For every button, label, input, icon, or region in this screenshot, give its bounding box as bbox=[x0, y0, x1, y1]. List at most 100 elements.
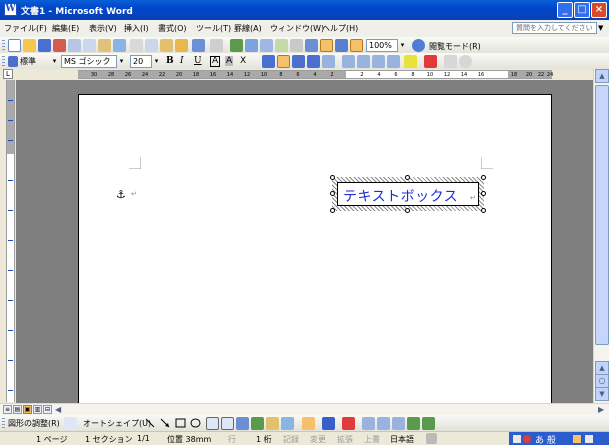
outline-view-button[interactable]: ▥ bbox=[33, 405, 42, 414]
align-center-icon[interactable] bbox=[277, 55, 290, 68]
status-position[interactable]: 位置 38mm bbox=[167, 434, 211, 445]
text-box-text[interactable]: テキストボックス bbox=[343, 186, 458, 206]
status-trk[interactable]: 変更 bbox=[310, 434, 326, 445]
normal-view-button[interactable]: ≡ bbox=[3, 405, 12, 414]
ime-mode-icon[interactable] bbox=[513, 435, 521, 443]
justify-icon[interactable] bbox=[307, 55, 320, 68]
scroll-up-button[interactable]: ▲ bbox=[595, 69, 609, 83]
new-document-icon[interactable] bbox=[8, 39, 21, 52]
status-rec[interactable]: 記録 bbox=[283, 434, 299, 445]
rectangle-icon[interactable] bbox=[175, 418, 186, 428]
help-dropdown-arrow[interactable]: ▼ bbox=[598, 24, 603, 32]
hyperlink-icon[interactable] bbox=[230, 39, 243, 52]
wordart-icon[interactable] bbox=[236, 417, 249, 430]
redo-icon[interactable] bbox=[210, 39, 223, 52]
browse-object-button[interactable]: ○ bbox=[595, 374, 609, 388]
line-color-icon[interactable] bbox=[322, 417, 335, 430]
enclosed-char-icon[interactable] bbox=[459, 55, 472, 68]
styles-pane-icon[interactable] bbox=[8, 56, 18, 67]
fill-color-icon[interactable] bbox=[302, 417, 315, 430]
autoshapes-menu-button[interactable]: オートシェイプ(U) bbox=[83, 418, 151, 429]
picture-icon[interactable] bbox=[281, 417, 294, 430]
columns-icon[interactable] bbox=[290, 39, 303, 52]
status-line[interactable]: 行 bbox=[228, 434, 236, 445]
menu-help[interactable]: ヘルプ(H) bbox=[322, 23, 358, 34]
resize-handle-top-left[interactable] bbox=[330, 175, 335, 180]
reading-mode-button[interactable]: 閲覧モード(R) bbox=[429, 41, 481, 52]
toolbar-grip[interactable] bbox=[2, 40, 5, 51]
resize-handle-bottom-right[interactable] bbox=[481, 208, 486, 213]
menu-view[interactable]: 表示(V) bbox=[89, 23, 117, 34]
align-left-icon[interactable] bbox=[262, 55, 275, 68]
draw-menu-button[interactable]: 図形の調整(R) bbox=[8, 418, 60, 429]
ruler-strip[interactable]: 30 28 26 24 22 20 18 16 14 12 10 8 6 4 2… bbox=[78, 70, 553, 79]
open-folder-icon[interactable] bbox=[23, 39, 36, 52]
spelling-status-icon[interactable] bbox=[426, 433, 437, 444]
insert-table-icon[interactable] bbox=[260, 39, 273, 52]
zoom-select[interactable]: 100% bbox=[366, 39, 398, 52]
maximize-button[interactable]: □ bbox=[574, 2, 590, 18]
status-ovr[interactable]: 上書 bbox=[364, 434, 380, 445]
show-hide-icon[interactable] bbox=[335, 39, 348, 52]
line-spacing-icon[interactable] bbox=[322, 55, 335, 68]
undo-icon[interactable] bbox=[192, 39, 205, 52]
close-button[interactable]: × bbox=[591, 2, 607, 18]
resize-handle-top[interactable] bbox=[405, 175, 410, 180]
status-ext[interactable]: 拡張 bbox=[337, 434, 353, 445]
arrow-icon[interactable] bbox=[160, 418, 170, 428]
resize-handle-right[interactable] bbox=[481, 191, 486, 196]
tables-borders-icon[interactable] bbox=[245, 39, 258, 52]
clipart-icon[interactable] bbox=[266, 417, 279, 430]
horizontal-ruler[interactable]: L 30 28 26 24 22 20 18 16 14 12 10 8 6 4… bbox=[0, 69, 609, 80]
style-dropdown-icon[interactable]: ▾ bbox=[50, 55, 59, 68]
menu-file[interactable]: ファイル(F) bbox=[4, 23, 47, 34]
ime-help-icon[interactable] bbox=[585, 435, 593, 443]
align-right-icon[interactable] bbox=[292, 55, 305, 68]
format-painter-icon[interactable] bbox=[175, 39, 188, 52]
vertical-textbox-icon[interactable] bbox=[221, 417, 234, 430]
print-layout-button[interactable]: ▣ bbox=[23, 405, 32, 414]
web-layout-button[interactable]: ▤ bbox=[13, 405, 22, 414]
decrease-indent-icon[interactable] bbox=[372, 55, 385, 68]
ime-status-icon[interactable] bbox=[523, 435, 531, 443]
text-box-content[interactable]: テキストボックス ↵ bbox=[337, 182, 479, 206]
spelling-icon[interactable] bbox=[98, 39, 111, 52]
cut-icon[interactable] bbox=[130, 39, 143, 52]
save-icon[interactable] bbox=[38, 39, 51, 52]
toolbar-grip[interactable] bbox=[2, 418, 5, 429]
resize-handle-left[interactable] bbox=[330, 191, 335, 196]
bold-button[interactable]: B bbox=[166, 56, 174, 66]
style-label[interactable]: 標準 bbox=[20, 56, 36, 67]
status-column[interactable]: 1 桁 bbox=[256, 434, 272, 445]
status-page-of[interactable]: 1/1 bbox=[137, 434, 150, 443]
drawing-icon[interactable] bbox=[305, 39, 318, 52]
paragraph-marks-icon[interactable] bbox=[350, 39, 363, 52]
document-map-icon[interactable] bbox=[320, 39, 333, 52]
word-app-icon[interactable]: W bbox=[4, 3, 17, 16]
ime-pad-icon[interactable] bbox=[573, 435, 581, 443]
permission-icon[interactable] bbox=[53, 39, 66, 52]
tab-selector[interactable]: L bbox=[3, 69, 13, 79]
dash-style-icon[interactable] bbox=[377, 417, 390, 430]
diagram-icon[interactable] bbox=[251, 417, 264, 430]
numbering-icon[interactable] bbox=[342, 55, 355, 68]
zoom-dropdown-icon[interactable]: ▾ bbox=[398, 39, 407, 52]
scroll-right-button[interactable]: ▶ bbox=[598, 405, 604, 414]
line-icon[interactable] bbox=[145, 418, 155, 428]
char-border-button[interactable]: A bbox=[210, 56, 221, 67]
3d-style-icon[interactable] bbox=[422, 417, 435, 430]
italic-button[interactable]: I bbox=[180, 56, 184, 66]
font-select[interactable]: MS ゴシック bbox=[61, 55, 117, 68]
ime-input-mode[interactable]: あ 般 bbox=[535, 433, 556, 445]
phonetic-guide-icon[interactable] bbox=[444, 55, 457, 68]
vertical-scrollbar[interactable]: ▲ ▲ ○ ▼ bbox=[593, 69, 609, 403]
bullets-icon[interactable] bbox=[357, 55, 370, 68]
paste-icon[interactable] bbox=[160, 39, 173, 52]
next-object-button[interactable]: ▼ bbox=[595, 387, 609, 401]
arrow-style-icon[interactable] bbox=[392, 417, 405, 430]
reading-layout-button[interactable]: ⊟ bbox=[43, 405, 52, 414]
insert-excel-icon[interactable] bbox=[275, 39, 288, 52]
font-size-select[interactable]: 20 bbox=[130, 55, 152, 68]
print-icon[interactable] bbox=[68, 39, 81, 52]
font-color-icon[interactable] bbox=[424, 55, 437, 68]
